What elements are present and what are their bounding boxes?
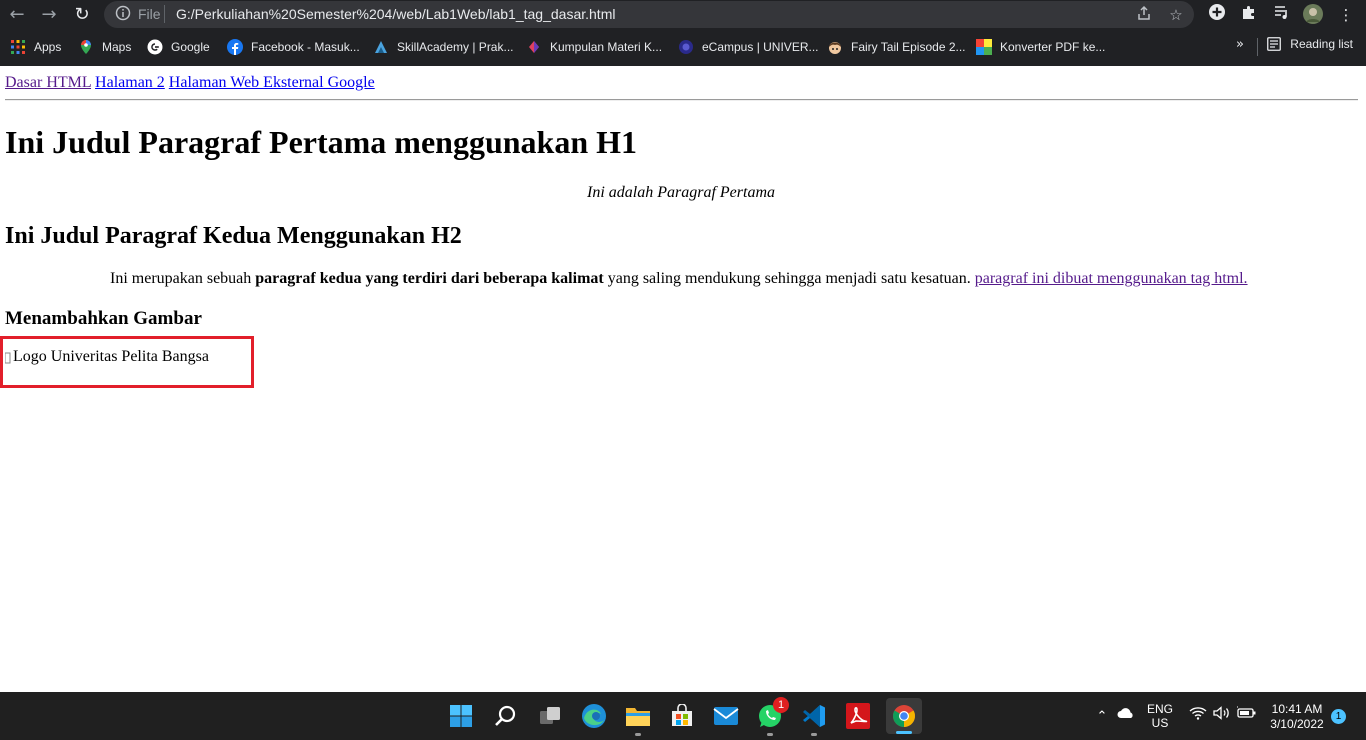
onedrive-cloud-icon[interactable] [1116,706,1136,723]
url-text[interactable]: G:/Perkuliahan%20Semester%204/web/Lab1We… [176,6,615,22]
paragraph-first: Ini adalah Paragraf Pertama [587,184,775,201]
heading-h3: Menambahkan Gambar [5,308,202,329]
forward-arrow-icon[interactable]: → [37,3,61,27]
heading-h2: Ini Judul Paragraf Kedua Menggunakan H2 [5,223,462,249]
bookmark-skillacademy[interactable]: SkillAcademy | Prak... [373,37,513,57]
reading-list-button[interactable]: Reading list [1267,37,1353,51]
page-content: Dasar HTML Halaman 2 Halaman Web Ekstern… [0,66,1366,692]
page-nav: Dasar HTML Halaman 2 Halaman Web Ekstern… [5,74,375,92]
skillacademy-icon [373,39,389,55]
volume-icon[interactable] [1212,706,1232,723]
url-separator [164,5,165,23]
bookmark-ecampus[interactable]: eCampus | UNIVER... [678,37,818,57]
reading-list-label: Reading list [1290,37,1353,51]
file-explorer-icon[interactable] [622,700,654,736]
battery-icon[interactable] [1236,706,1258,723]
keyboard-layout: US [1151,716,1169,730]
paragraph-second-text-start: Ini merupakan sebuah [110,270,256,287]
vscode-icon[interactable] [798,700,830,736]
paragraph-second-link[interactable]: paragraf ini dibuat menggunakan tag html… [975,270,1248,287]
language-code: ENG [1146,702,1173,716]
nav-link-halaman-2[interactable]: Halaman 2 [95,74,165,91]
bookmark-apps[interactable]: Apps [10,37,61,57]
red-highlight-box [0,336,254,388]
browser-chrome: ← → ↻ File G:/Perkuliahan%20Semester%204… [0,0,1366,66]
paragraph-second-bold: paragraf kedua yang terdiri dari beberap… [255,270,604,287]
reading-list-icon [1267,37,1282,51]
bookmark-kumpulan-materi[interactable]: Kumpulan Materi K... [526,37,662,57]
bookmark-star-icon[interactable]: ☆ [1166,5,1186,25]
extensions-puzzle-icon[interactable] [1237,3,1261,27]
acrobat-reader-icon[interactable] [842,700,874,732]
clock[interactable]: 10:41 AM 3/10/2022 [1266,702,1328,732]
fairy-tail-icon [827,39,843,55]
facebook-icon [227,39,243,55]
nav-link-dasar-html[interactable]: Dasar HTML [5,74,91,91]
clock-time: 10:41 AM [1271,702,1323,716]
apps-grid-icon [10,39,26,55]
bookmark-maps[interactable]: Maps [78,37,131,57]
bookmark-konverter-pdf[interactable]: Konverter PDF ke... [976,37,1105,57]
konverter-pdf-icon [976,39,992,55]
whatsapp-icon[interactable]: 1 [754,697,789,736]
chrome-icon[interactable] [886,698,922,734]
nav-link-google[interactable]: Halaman Web Eksternal Google [169,74,375,91]
bookmark-facebook[interactable]: Facebook - Masuk... [227,37,360,57]
notification-badge[interactable]: 1 [1331,709,1346,724]
bookmark-label: SkillAcademy | Prak... [397,40,514,54]
bookmarks-bar: Apps Maps Google Facebook - Masuk... Ski… [0,33,1366,61]
reload-icon[interactable]: ↻ [70,3,94,27]
bookmarks-divider [1257,38,1258,56]
bookmark-label: eCampus | UNIVER... [702,40,819,54]
url-scheme-label: File [138,6,161,22]
wifi-icon[interactable] [1188,706,1208,723]
start-windows-icon[interactable] [445,700,477,732]
paragraph-second: Ini merupakan sebuah paragraf kedua yang… [110,270,1248,288]
windows-taskbar: 1 ⌃ ENG US 10:41 AM 3/10/2022 1 [0,692,1366,740]
address-bar[interactable]: File G:/Perkuliahan%20Semester%204/web/L… [104,1,1194,28]
bookmark-label: Google [171,40,210,54]
show-hidden-icons-chevron[interactable]: ⌃ [1094,708,1110,724]
browser-menu-icon[interactable]: ⋮ [1334,3,1358,27]
running-indicator [635,733,641,736]
bookmark-label: Konverter PDF ke... [1000,40,1106,54]
share-icon[interactable] [1134,5,1154,25]
bookmark-label: Fairy Tail Episode 2... [851,40,966,54]
bookmark-label: Kumpulan Materi K... [550,40,663,54]
bookmark-label: Maps [102,40,132,54]
info-icon[interactable] [114,5,132,23]
ecampus-icon [678,39,694,55]
kumpulan-materi-icon [526,39,542,55]
clock-date: 3/10/2022 [1270,717,1324,731]
bookmark-fairy-tail[interactable]: Fairy Tail Episode 2... [827,37,966,57]
bookmarks-overflow-chevron[interactable]: » [1236,37,1244,52]
search-icon[interactable] [490,700,522,732]
maps-pin-icon [78,39,94,55]
mail-icon[interactable] [710,700,742,732]
whatsapp-badge: 1 [773,697,789,713]
horizontal-rule [5,99,1358,101]
profile-avatar[interactable] [1301,3,1325,27]
bookmark-label: Apps [34,40,62,54]
paragraph-second-text-mid: yang saling mendukung sehingga menjadi s… [603,270,975,287]
language-indicator[interactable]: ENG US [1144,702,1176,730]
running-indicator [896,731,912,734]
running-indicator [767,733,773,736]
back-arrow-icon[interactable]: ← [5,3,29,27]
google-g-icon [147,39,163,55]
browser-toolbar: ← → ↻ File G:/Perkuliahan%20Semester%204… [0,0,1366,30]
edge-browser-icon[interactable] [578,700,610,732]
microsoft-store-icon[interactable] [666,700,698,732]
running-indicator [811,733,817,736]
add-extension-icon[interactable] [1205,3,1229,27]
media-playlist-icon[interactable] [1270,3,1294,27]
bookmark-label: Facebook - Masuk... [251,40,360,54]
heading-h1: Ini Judul Paragraf Pertama menggunakan H… [5,124,638,160]
bookmark-google[interactable]: Google [147,37,210,57]
task-view-icon[interactable] [534,700,566,732]
